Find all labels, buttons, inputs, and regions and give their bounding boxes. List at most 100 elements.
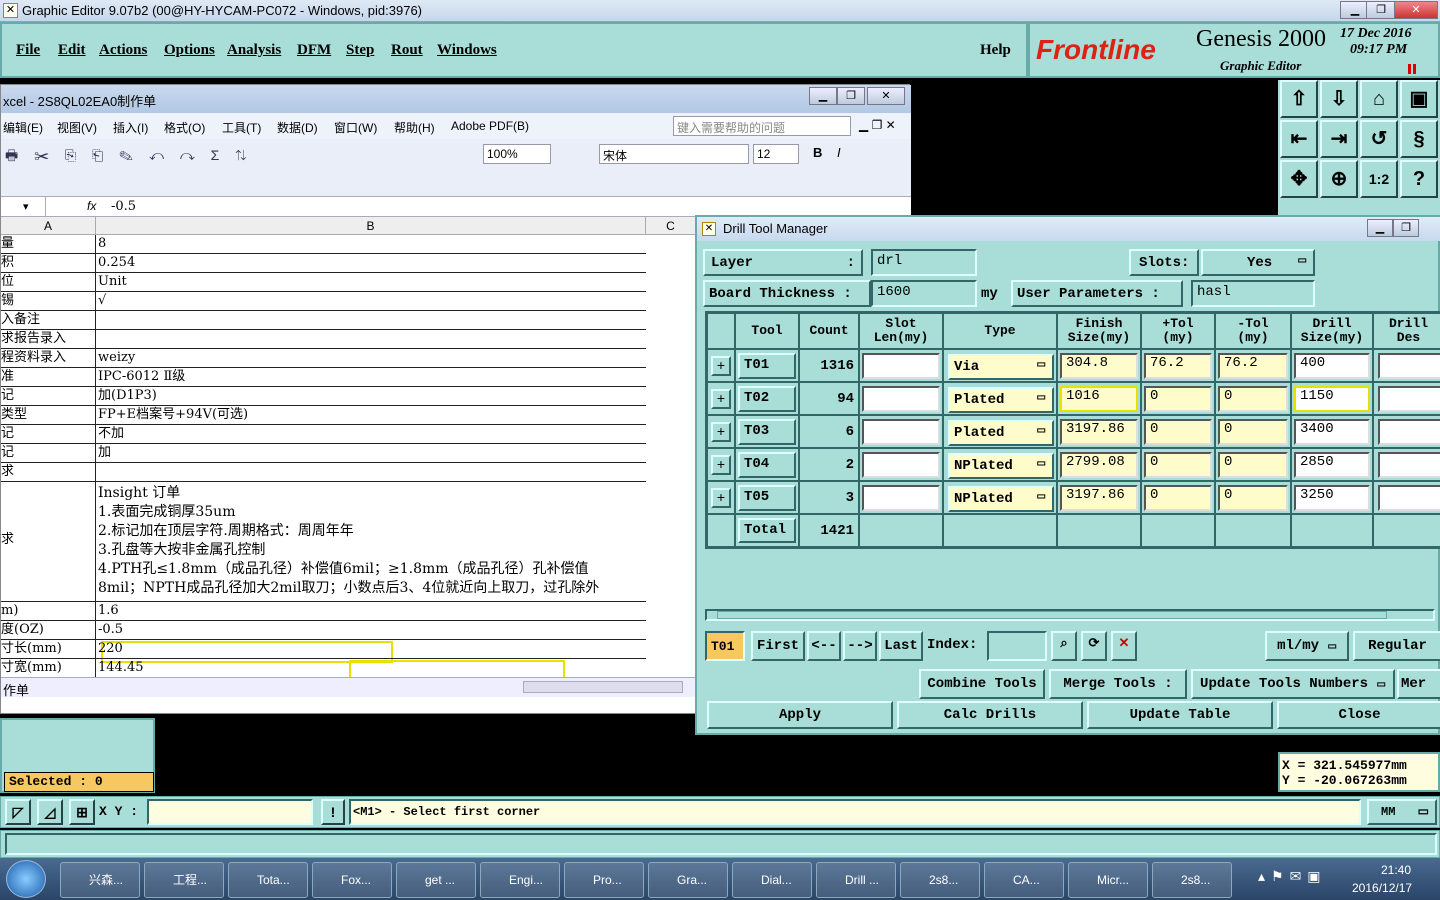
- drill-size-input[interactable]: 2850: [1294, 452, 1370, 478]
- notes-cell[interactable]: Insight 订单 1.表面完成铜厚35um 2.标记加在顶层字符.周期格式：…: [98, 482, 646, 601]
- cell-b[interactable]: -0.5: [98, 621, 646, 639]
- cell-a[interactable]: 记: [1, 425, 96, 443]
- menu-edit[interactable]: Edit: [58, 42, 86, 59]
- undo-icon[interactable]: ↺: [1360, 120, 1398, 158]
- cell-b[interactable]: √: [98, 292, 646, 310]
- window-icon[interactable]: ▣: [1400, 80, 1438, 118]
- cell-a[interactable]: 积: [1, 254, 96, 272]
- taskbar-item[interactable]: 2s8...: [900, 862, 980, 898]
- slot-input[interactable]: [862, 419, 940, 445]
- cell-a[interactable]: 寸宽(mm): [1, 659, 96, 677]
- cell-b[interactable]: 8: [98, 235, 646, 253]
- excel-menu-window[interactable]: 窗口(W): [334, 119, 377, 136]
- cell-b[interactable]: FP+E档案号+94V(可选): [98, 406, 646, 424]
- excel-menu-view[interactable]: 视图(V): [57, 119, 97, 136]
- mtol-input[interactable]: 0: [1218, 485, 1288, 511]
- taskbar-item[interactable]: CA...: [984, 862, 1064, 898]
- help-icon[interactable]: ?: [1400, 160, 1438, 198]
- mtol-input[interactable]: 0: [1218, 452, 1288, 478]
- horizontal-scrollbar[interactable]: [523, 681, 683, 693]
- clock-time[interactable]: 21:40: [1366, 863, 1426, 877]
- cell-b[interactable]: 加(D1P3): [98, 387, 646, 405]
- excel-maximize-button[interactable]: ❐: [837, 87, 865, 105]
- menu-file[interactable]: File: [16, 42, 40, 59]
- prev-button[interactable]: <--: [807, 631, 841, 661]
- thickness-input[interactable]: 1600: [871, 280, 977, 307]
- menu-step[interactable]: Step: [346, 42, 374, 59]
- menu-dfm[interactable]: DFM: [297, 42, 331, 59]
- finish-input[interactable]: 2799.08: [1060, 452, 1138, 478]
- ptol-input[interactable]: 0: [1144, 386, 1212, 412]
- cell-b[interactable]: 1.6: [98, 602, 646, 620]
- excel-menu-tools[interactable]: 工具(T): [222, 119, 261, 136]
- user-params-input[interactable]: hasl: [1191, 280, 1315, 307]
- excel-menu-edit[interactable]: 编辑(E): [3, 119, 43, 136]
- maximize-button[interactable]: ❐: [1366, 1, 1396, 19]
- next-button[interactable]: -->: [843, 631, 877, 661]
- expand-icon[interactable]: +: [711, 455, 731, 475]
- import-left-icon[interactable]: ⇤: [1280, 120, 1318, 158]
- cell-b[interactable]: [98, 330, 646, 348]
- taskbar-item[interactable]: Fox...: [312, 862, 392, 898]
- excel-doc-controls[interactable]: ▁ ❐ ✕: [859, 118, 896, 132]
- cell-a[interactable]: 量: [1, 235, 96, 253]
- xy-input[interactable]: [147, 799, 313, 825]
- drill-size-input[interactable]: 3250: [1294, 485, 1370, 511]
- clock-date[interactable]: 2016/12/17: [1352, 881, 1412, 895]
- cell-b[interactable]: weizy: [98, 349, 646, 367]
- menu-windows[interactable]: Windows: [437, 42, 497, 59]
- menu-help[interactable]: Help: [980, 42, 1011, 59]
- cell-b[interactable]: [98, 463, 646, 481]
- ptol-input[interactable]: 76.2: [1144, 353, 1212, 379]
- tool-button[interactable]: T03: [738, 419, 796, 445]
- cell-a[interactable]: 锡: [1, 292, 96, 310]
- finish-input[interactable]: 3197.86: [1060, 419, 1138, 445]
- close-button[interactable]: Close: [1277, 701, 1440, 729]
- cell-b[interactable]: IPC-6012 Ⅱ级: [98, 368, 646, 386]
- name-box[interactable]: ▾: [1, 197, 46, 217]
- slot-input[interactable]: [862, 386, 940, 412]
- excel-bold-button[interactable]: B: [813, 145, 822, 160]
- drill-des-input[interactable]: [1378, 353, 1440, 379]
- slots-select[interactable]: Yes ▭: [1201, 249, 1315, 276]
- mode-select[interactable]: Regular: [1353, 631, 1440, 661]
- index-input[interactable]: [987, 631, 1047, 661]
- taskbar-item[interactable]: Gra...: [648, 862, 728, 898]
- units-toggle[interactable]: ml/my ▭: [1265, 631, 1349, 661]
- drill-size-input[interactable]: 3400: [1294, 419, 1370, 445]
- finish-input[interactable]: 304.8: [1060, 353, 1138, 379]
- slot-input[interactable]: [862, 452, 940, 478]
- ptol-input[interactable]: 0: [1144, 452, 1212, 478]
- column-header-c[interactable]: C: [646, 217, 696, 235]
- center-icon[interactable]: ⊕: [1320, 160, 1358, 198]
- units-select[interactable]: MM ▭: [1367, 799, 1437, 825]
- tool-button[interactable]: T02: [738, 386, 796, 412]
- cell-a[interactable]: 记: [1, 387, 96, 405]
- close-window-button[interactable]: ✕: [1394, 1, 1438, 19]
- cell-a[interactable]: 度(OZ): [1, 621, 96, 639]
- export-right-icon[interactable]: ⇥: [1320, 120, 1358, 158]
- update-table-button[interactable]: Update Table: [1087, 701, 1273, 729]
- taskbar-item[interactable]: Dial...: [732, 862, 812, 898]
- drill-des-input[interactable]: [1378, 386, 1440, 412]
- cell-a[interactable]: 位: [1, 273, 96, 291]
- excel-toolbar-icons[interactable]: 🖶 ✂ ⎘ ⎗ ✎ ↶ ↷ Σ ⇅: [5, 145, 252, 169]
- taskbar-item[interactable]: 工程...: [144, 862, 224, 898]
- last-button[interactable]: Last: [879, 631, 923, 661]
- expand-icon[interactable]: +: [711, 389, 731, 409]
- home-icon[interactable]: ⌂: [1360, 80, 1398, 118]
- tray-icons[interactable]: ▴⚑✉▣: [1258, 868, 1327, 885]
- cell-a[interactable]: 程资料录入: [1, 349, 96, 367]
- ptol-input[interactable]: 0: [1144, 419, 1212, 445]
- type-select[interactable]: NPlated ▭: [948, 486, 1054, 512]
- type-select[interactable]: Via ▭: [948, 354, 1054, 380]
- finish-input[interactable]: 3197.86: [1060, 485, 1138, 511]
- measure-icon[interactable]: ◿: [37, 799, 63, 825]
- zoom-fit-icon[interactable]: ✥: [1280, 160, 1318, 198]
- drill-size-input[interactable]: 1150: [1294, 386, 1370, 412]
- scrollbar-thumb[interactable]: [717, 611, 1387, 619]
- taskbar-item[interactable]: Pro...: [564, 862, 644, 898]
- taskbar-item[interactable]: Drill ...: [816, 862, 896, 898]
- excel-italic-button[interactable]: I: [837, 145, 841, 160]
- scale-icon[interactable]: 1:2: [1360, 160, 1398, 198]
